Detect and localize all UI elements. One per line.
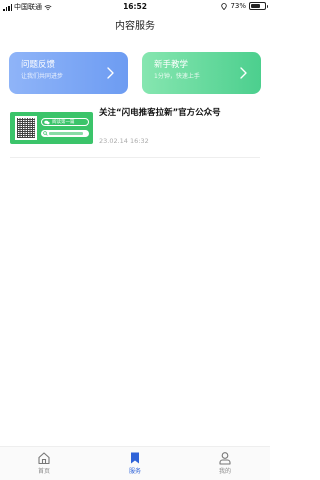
status-right: 73%	[221, 2, 268, 10]
thumbnail-banner: 阅读第一篇	[41, 118, 89, 126]
feedback-card-subtitle: 让我们共同进步	[21, 73, 64, 80]
article-thumbnail: 阅读第一篇	[10, 112, 93, 144]
search-icon	[43, 131, 48, 136]
battery-percent: 73%	[230, 2, 246, 10]
battery-tip	[266, 5, 268, 8]
battery-fill	[251, 4, 261, 8]
chevron-right-icon	[240, 67, 247, 79]
wechat-icon	[44, 120, 50, 124]
tab-home[interactable]: 首页	[24, 451, 64, 475]
battery-icon	[249, 2, 268, 10]
location-icon	[221, 2, 228, 10]
article-title: 关注“闪电推客拉新”官方公众号	[99, 108, 221, 118]
tab-service[interactable]: 服务	[115, 451, 155, 475]
chevron-right-icon	[107, 67, 114, 79]
thumbnail-search-bar	[41, 130, 89, 137]
divider	[10, 157, 260, 158]
article-date: 23.02.14 16:32	[99, 137, 149, 145]
tab-bar: 首页 服务 我的	[0, 446, 270, 480]
tab-service-label: 服务	[128, 468, 141, 475]
qr-code-image	[15, 116, 37, 140]
feedback-card[interactable]: 问题反馈 让我们共同进步	[9, 52, 128, 94]
bookmark-icon	[131, 452, 139, 464]
tab-mine[interactable]: 我的	[205, 451, 245, 475]
list-item[interactable]: 阅读第一篇 关注“闪电推客拉新”官方公众号 23.02.14 16:32	[10, 106, 260, 156]
page-title: 内容服务	[115, 21, 155, 32]
guide-card-title: 新手教学	[154, 60, 189, 70]
guide-card[interactable]: 新手教学 1分钟，快速上手	[142, 52, 261, 94]
thumbnail-label: 阅读第一篇	[52, 120, 75, 125]
user-icon	[219, 452, 231, 465]
guide-card-subtitle: 1分钟，快速上手	[154, 73, 200, 80]
status-bar: 中国联通 16:52 73%	[0, 0, 270, 14]
home-icon	[38, 452, 50, 465]
tab-mine-label: 我的	[218, 468, 231, 475]
tab-home-label: 首页	[37, 468, 50, 475]
feedback-card-title: 问题反馈	[21, 60, 56, 70]
